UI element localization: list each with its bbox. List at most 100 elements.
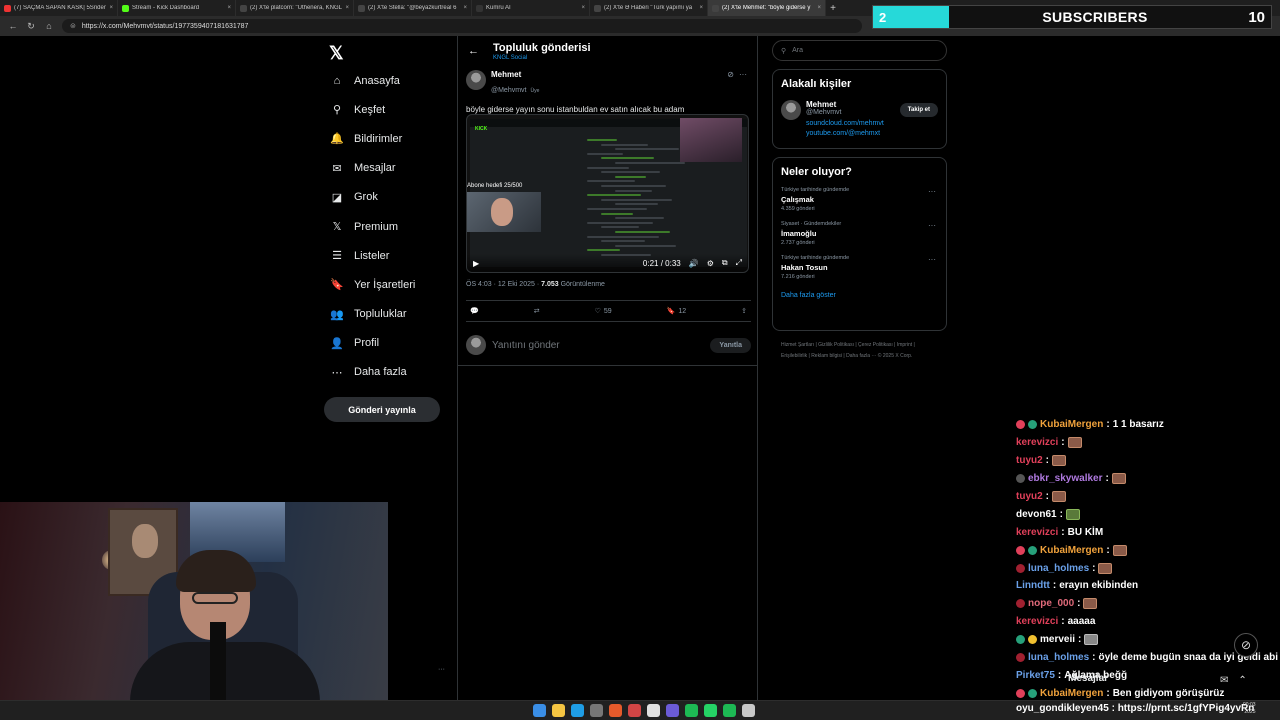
account-switcher[interactable]: ··· [380, 662, 450, 682]
tab-close-icon[interactable]: × [109, 5, 113, 11]
messages-drawer-title[interactable]: Mesajlar [1068, 673, 1108, 684]
footer-links[interactable]: Hizmet Şartları | Gizlilik Politikası | … [781, 340, 941, 362]
expand-icon[interactable]: ⌃ [1238, 675, 1246, 686]
nav-item[interactable]: ⌂ Anasayfa [322, 66, 452, 95]
fullscreen-icon[interactable]: ⤢ [736, 258, 742, 268]
trend-name: Çalışmak [781, 195, 814, 204]
chat-emote-icon [1098, 562, 1113, 574]
nav-item[interactable]: 𝕏 Premium [322, 212, 452, 241]
tab-close-icon[interactable]: × [817, 5, 821, 11]
nav-item[interactable]: 🔖 Yer İşaretleri [322, 270, 452, 299]
browser-tab[interactable]: Stream - Kick Dashboard × [118, 0, 236, 16]
trend-item[interactable]: Siyaset · Gündemdekiler İmamoğlu 2.737 gön… [781, 221, 938, 246]
x-logo-icon[interactable]: 𝕏 [329, 43, 344, 64]
reload-icon[interactable]: ↻ [26, 21, 36, 32]
taskbar-app-icon[interactable] [704, 704, 717, 717]
tab-close-icon[interactable]: × [699, 5, 703, 11]
author-name[interactable]: Mehmet [491, 70, 539, 79]
repost-action[interactable]: ⇄ [534, 307, 540, 315]
grok-button-icon[interactable]: ⊘ [1234, 633, 1258, 657]
taskbar-app-icon[interactable] [666, 704, 679, 717]
related-name[interactable]: Mehmet [806, 100, 884, 109]
taskbar-app-icon[interactable] [647, 704, 660, 717]
avatar[interactable] [466, 70, 486, 90]
nav-item[interactable]: ◪ Grok [322, 183, 452, 212]
browser-tab[interactable]: (7) SAÇMA SAPAN KASK| 5Srider × [0, 0, 118, 16]
nav-item[interactable]: ⋯ Daha fazla [322, 358, 452, 387]
taskbar-app-icon[interactable] [685, 704, 698, 717]
nav-item[interactable]: 👥 Topluluklar [322, 300, 452, 329]
more-icon[interactable]: ··· [928, 221, 936, 230]
url-field[interactable]: ⊜ https://x.com/Mehvmvt/status/197735940… [62, 19, 862, 33]
community-name[interactable]: KNGL Social [493, 55, 591, 61]
tab-close-icon[interactable]: × [227, 5, 231, 11]
compose-message-icon[interactable]: ✉ [1220, 675, 1228, 686]
soundcloud-link[interactable]: soundcloud.com/mehmvt [806, 119, 884, 129]
post-time[interactable]: ÖS 4:03 · 12 Eki 2025 · [466, 281, 541, 288]
chat-message: tuyu2: [1016, 488, 1280, 506]
more-icon[interactable]: ··· [739, 70, 747, 79]
browser-tab[interactable]: (2) X'te Stella: "@beyazkurtreal 6 × [354, 0, 472, 16]
my-avatar [466, 335, 486, 355]
browser-tab[interactable]: (2) X'te platcorn: "Uthenera, KNGL × [236, 0, 354, 16]
taskbar-app-icon[interactable] [609, 704, 622, 717]
tab-close-icon[interactable]: × [345, 5, 349, 11]
left-nav: ⌂ Anasayfa ⚲ Keşfet 🔔 Bildirimler ✉ Mesajlar ◪ Gr… [322, 66, 452, 387]
reply-input[interactable]: Yanıtını gönder [492, 340, 560, 351]
settings-icon[interactable]: ⚙ [707, 259, 714, 268]
nav-item[interactable]: ✉ Mesajlar [322, 154, 452, 183]
new-tab-icon[interactable]: + [826, 0, 840, 16]
reply-action[interactable]: 💬 [470, 307, 479, 315]
site-info-icon[interactable]: ⊜ [70, 22, 76, 30]
taskbar-app-icon[interactable] [571, 704, 584, 717]
avatar[interactable] [781, 100, 801, 120]
taskbar-app-icon[interactable] [723, 704, 736, 717]
more-icon[interactable]: ··· [438, 666, 445, 673]
grok-explain-icon[interactable]: ⊘ [727, 70, 734, 79]
taskbar-app-icon[interactable] [533, 704, 546, 717]
more-icon[interactable]: ··· [928, 187, 936, 196]
author-handle[interactable]: @Mehvmvt [491, 87, 527, 94]
video-webcam-thumb [467, 192, 541, 232]
follow-button[interactable]: Takip et [899, 103, 938, 117]
youtube-link[interactable]: youtube.com/@mehmxt [806, 129, 884, 139]
tab-close-icon[interactable]: × [463, 5, 467, 11]
nav-item[interactable]: 👤 Profil [322, 329, 452, 358]
taskbar-app-icon[interactable] [552, 704, 565, 717]
related-user[interactable]: Mehmet @Mehvmvt soundcloud.com/mehmvt yo… [781, 100, 938, 139]
more-icon[interactable]: ··· [928, 255, 936, 264]
browser-tab[interactable]: Kumru AI × [472, 0, 590, 16]
nav-item[interactable]: ☰ Listeler [322, 241, 452, 270]
chat-message: KubaiMergen: [1016, 541, 1280, 559]
home-icon[interactable]: ⌂ [44, 21, 54, 31]
like-action[interactable]: ♡ 59 [595, 307, 612, 316]
trend-item[interactable]: Türkiye tarihinde gündemde Çalışmak 4.359 … [781, 187, 938, 212]
browser-tab[interactable]: (2) X'te Mehmet: "böyle giderse y × [708, 0, 826, 16]
play-icon[interactable]: ▶ [473, 259, 479, 268]
clock-date: 2025 [1244, 709, 1256, 715]
volume-icon[interactable]: 🔊 [689, 259, 699, 268]
nav-item[interactable]: 🔔 Bildirimler [322, 124, 452, 153]
taskbar-clock: 00:03 2025 [1243, 702, 1256, 716]
share-action[interactable]: ⇪ [741, 307, 747, 315]
chat-username: KubaiMergen [1040, 687, 1104, 699]
tab-title: (2) X'te platcorn: "Uthenera, KNGL [250, 5, 342, 11]
nav-item[interactable]: ⚲ Keşfet [322, 95, 452, 124]
back-icon[interactable]: ← [8, 21, 18, 31]
chat-username: kerevizci [1016, 526, 1059, 538]
tab-close-icon[interactable]: × [581, 5, 585, 11]
taskbar-app-icon[interactable] [628, 704, 641, 717]
back-arrow-icon[interactable]: ← [468, 45, 479, 57]
trend-item[interactable]: Türkiye tarihinde gündemde Hakan Tosun 7.2… [781, 255, 938, 280]
post-button[interactable]: Gönderi yayınla [324, 397, 440, 422]
browser-tab[interactable]: (2) X'te Ə Haberi "Türk yapımı ya × [590, 0, 708, 16]
search-input[interactable]: ⚲ Ara [772, 40, 947, 61]
post-video[interactable]: KICK Abone hedefi 25/500 ▶ 0:21 / 0:33 🔊… [466, 114, 749, 273]
reply-button[interactable]: Yanıtla [710, 337, 751, 353]
taskbar-app-icon[interactable] [742, 704, 755, 717]
bookmark-action[interactable]: 🔖 12 [667, 307, 687, 316]
show-more-link[interactable]: Daha fazla göster [781, 292, 938, 299]
chat-emote-icon [1065, 508, 1080, 520]
taskbar-app-icon[interactable] [590, 704, 603, 717]
pip-icon[interactable]: ⧉ [722, 258, 728, 268]
